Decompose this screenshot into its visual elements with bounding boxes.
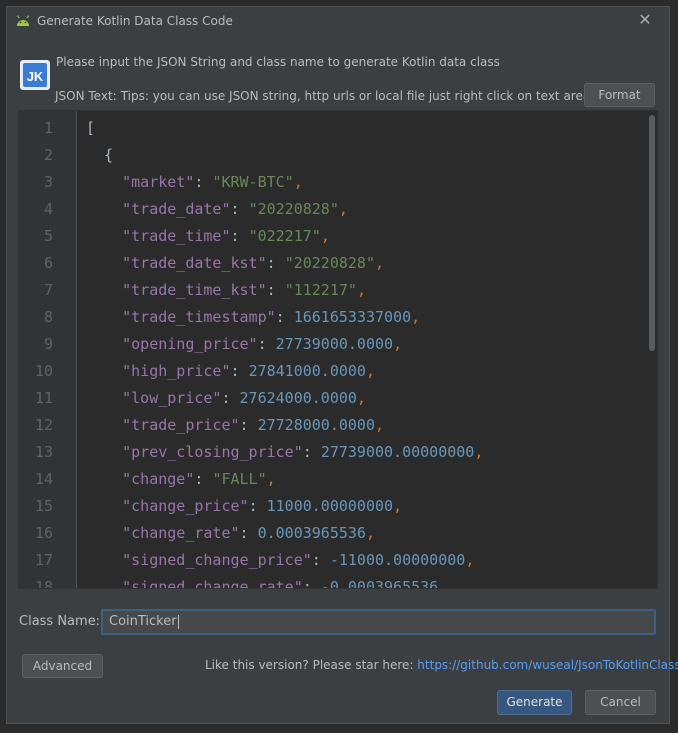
line-number: 9 xyxy=(43,335,53,353)
code-text: { xyxy=(86,146,114,164)
line-number: 2 xyxy=(43,146,53,164)
android-icon xyxy=(16,15,30,26)
line-number: 8 xyxy=(43,308,53,326)
code-line: 7 "trade_time_kst": "112217", xyxy=(19,277,657,304)
code-text: "high_price": 27841000.0000, xyxy=(122,362,375,380)
code-line: 15 "change_price": 11000.00000000, xyxy=(19,493,657,520)
line-number: 15 xyxy=(34,497,53,515)
line-number: 17 xyxy=(34,551,53,569)
github-link[interactable]: https://github.com/wuseal/JsonToKotlinCl… xyxy=(417,658,678,672)
code-line: 3 "market": "KRW-BTC", xyxy=(19,169,657,196)
code-line: 8 "trade_timestamp": 1661653337000, xyxy=(19,304,657,331)
line-number: 18 xyxy=(34,578,53,589)
close-icon[interactable]: ✕ xyxy=(637,12,653,28)
code-line: 5 "trade_time": "022217", xyxy=(19,223,657,250)
line-number: 10 xyxy=(34,362,53,380)
line-number: 1 xyxy=(43,119,53,137)
code-text: [ xyxy=(86,119,96,137)
line-number: 11 xyxy=(34,389,53,407)
line-number: 16 xyxy=(34,524,53,542)
code-text: "market": "KRW-BTC", xyxy=(122,173,303,191)
line-number: 13 xyxy=(34,443,53,461)
text-caret xyxy=(177,614,179,629)
code-line: 12 "trade_price": 27728000.0000, xyxy=(19,412,657,439)
json-label: JSON Text: xyxy=(55,89,117,103)
code-lines: 1[2 {3 "market": "KRW-BTC", 4 "trade_date… xyxy=(19,115,657,589)
code-text: "opening_price": 27739000.0000, xyxy=(122,335,403,353)
code-text: "low_price": 27624000.0000, xyxy=(122,389,366,407)
class-name-value: CoinTicker xyxy=(109,614,177,629)
class-name-label: Class Name: xyxy=(19,614,101,629)
code-line: 13 "prev_closing_price": 27739000.000000… xyxy=(19,439,657,466)
code-line: 1[ xyxy=(19,115,657,142)
star-text: Like this version? Please star here: xyxy=(205,658,418,672)
plugin-logo-icon: JK xyxy=(20,60,50,90)
line-number: 7 xyxy=(43,281,53,299)
code-text: "change": "FALL", xyxy=(122,470,276,488)
code-text: "trade_price": 27728000.0000, xyxy=(122,416,385,434)
line-number: 14 xyxy=(34,470,53,488)
code-text: "trade_date": "20220828", xyxy=(122,200,348,218)
line-number: 5 xyxy=(43,227,53,245)
code-line: 16 "change_rate": 0.0003965536, xyxy=(19,520,657,547)
instruction-text: Please input the JSON String and class n… xyxy=(56,55,500,69)
class-name-input[interactable]: CoinTicker xyxy=(101,609,656,635)
code-line: 18 "signed_change_rate": -0.0003965536, xyxy=(19,574,657,589)
code-line: 2 { xyxy=(19,142,657,169)
code-line: 4 "trade_date": "20220828", xyxy=(19,196,657,223)
line-number: 3 xyxy=(43,173,53,191)
code-text: "signed_change_rate": -0.0003965536, xyxy=(122,578,448,589)
cancel-button[interactable]: Cancel xyxy=(585,690,656,715)
line-number: 12 xyxy=(34,416,53,434)
code-text: "change_price": 11000.00000000, xyxy=(122,497,403,515)
code-line: 6 "trade_date_kst": "20220828", xyxy=(19,250,657,277)
line-number: 4 xyxy=(43,200,53,218)
json-editor[interactable]: 1[2 {3 "market": "KRW-BTC", 4 "trade_date… xyxy=(18,110,658,589)
code-text: "signed_change_price": -11000.00000000, xyxy=(122,551,475,569)
code-text: "trade_time": "022217", xyxy=(122,227,330,245)
advanced-button[interactable]: Advanced xyxy=(22,654,103,678)
generate-dialog: Generate Kotlin Data Class Code ✕ JK Ple… xyxy=(6,6,678,724)
title-bar: Generate Kotlin Data Class Code ✕ xyxy=(7,7,669,37)
vertical-scrollbar[interactable] xyxy=(649,115,655,351)
json-text-label: JSON Text: Tips: you can use JSON string,… xyxy=(55,89,590,103)
line-number: 6 xyxy=(43,254,53,272)
code-text: "change_rate": 0.0003965536, xyxy=(122,524,375,542)
code-line: 14 "change": "FALL", xyxy=(19,466,657,493)
generate-button[interactable]: Generate xyxy=(497,690,572,715)
logo-text: JK xyxy=(27,69,44,84)
code-line: 10 "high_price": 27841000.0000, xyxy=(19,358,657,385)
code-line: 17 "signed_change_price": -11000.0000000… xyxy=(19,547,657,574)
code-text: "trade_timestamp": 1661653337000, xyxy=(122,308,421,326)
code-text: "trade_time_kst": "112217", xyxy=(122,281,366,299)
json-tips: Tips: you can use JSON string, http urls… xyxy=(120,89,591,103)
dialog-title: Generate Kotlin Data Class Code xyxy=(37,14,233,28)
star-prompt: Like this version? Please star here: htt… xyxy=(205,658,678,672)
code-text: "trade_date_kst": "20220828", xyxy=(122,254,385,272)
code-line: 9 "opening_price": 27739000.0000, xyxy=(19,331,657,358)
code-line: 11 "low_price": 27624000.0000, xyxy=(19,385,657,412)
code-text: "prev_closing_price": 27739000.00000000, xyxy=(122,443,484,461)
format-button[interactable]: Format xyxy=(584,83,655,107)
